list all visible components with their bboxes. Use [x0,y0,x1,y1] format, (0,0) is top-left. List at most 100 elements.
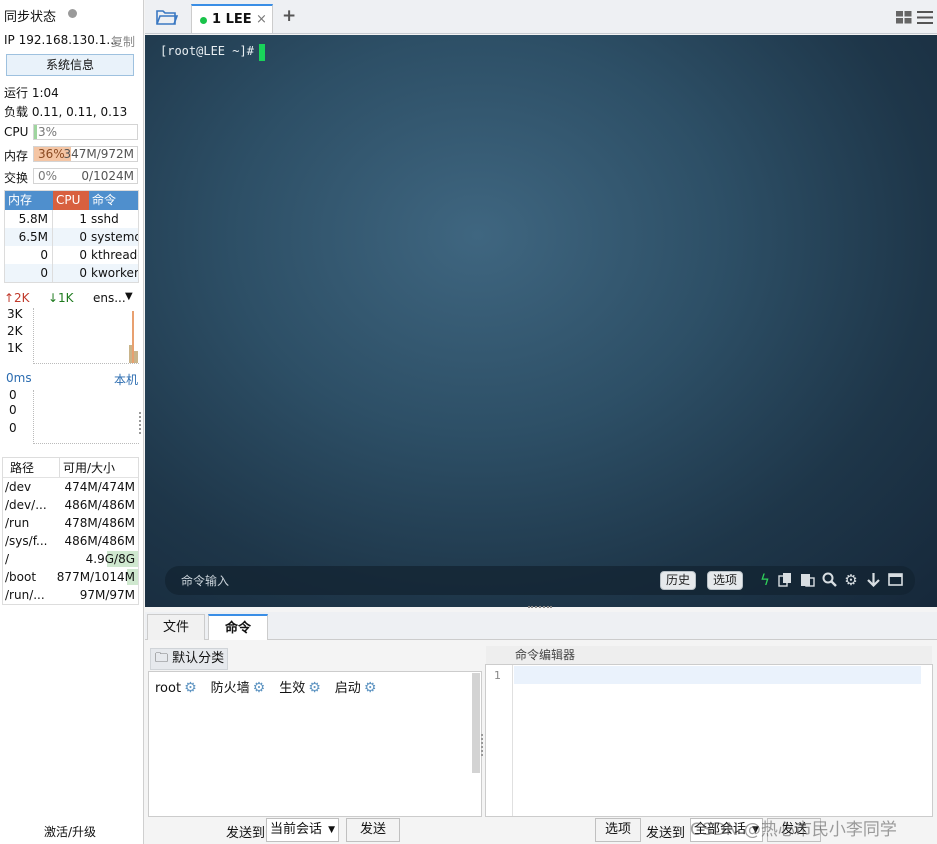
latency-ms: 0ms [6,371,32,385]
open-folder-icon[interactable] [156,8,179,29]
command-item-apply[interactable]: 生效 [279,681,305,696]
splitter-handle[interactable] [528,606,552,609]
send-to-label: 发送到 [646,826,686,841]
disk-size-cell: 4.9G/8G [59,550,138,568]
command-item-root[interactable]: root [155,681,181,696]
chevron-down-icon[interactable]: ▼ [125,291,133,302]
cpu-gauge: 3% [33,124,138,140]
latency-chart [33,390,139,444]
col-cmd-header[interactable]: 命令 [89,191,138,210]
process-row[interactable]: 0 0 kthreadd [5,246,138,264]
cpu-gauge-fill [34,125,38,139]
category-header[interactable]: 🗀 默认分类 [150,648,228,670]
mem-value: 347M/972M [63,147,134,161]
disk-size-cell: 877M/1014M [57,568,138,586]
mem-gauge: 36% 347M/972M [33,146,138,162]
gear-icon[interactable]: ⚙ [308,680,321,696]
gear-icon[interactable]: ⚙ [253,680,266,696]
latency-host-link[interactable]: 本机 [114,371,138,388]
panel-resize-handle[interactable] [139,412,143,434]
line-number: 1 [494,669,501,682]
connected-dot-icon [200,17,207,24]
process-cmd: sshd [91,212,119,226]
upload-arrow-icon: ↑ [4,291,15,305]
layout-grid-icon[interactable] [896,11,912,27]
cpu-label: CPU [4,125,29,139]
copy-ip-link[interactable]: 复制 [111,33,135,50]
process-mem: 0 [5,264,53,282]
gear-icon[interactable]: ⚙ [184,680,197,696]
activate-upgrade-link[interactable]: 激活/升级 [44,823,96,840]
lightning-icon[interactable]: ϟ [757,572,773,588]
copy-icon[interactable] [777,572,793,588]
history-button[interactable]: 历史 [660,571,697,590]
disk-size: 877M/1014M [56,570,135,584]
close-tab-icon[interactable]: × [256,6,267,33]
disk-path: /boot [5,570,37,584]
system-info-button[interactable]: 系统信息 [6,54,134,76]
disk-size: 97M/97M [79,588,135,602]
disk-size: 486M/486M [64,498,135,512]
bottom-tab-bar: 文件 命令 [145,612,937,640]
tab-files[interactable]: 文件 [147,614,205,640]
col-path-header: 路径 [10,461,35,475]
process-cmd: systemd [91,230,138,244]
process-row[interactable]: 6.5M 0 systemd [5,228,138,246]
command-item-firewall[interactable]: 防火墙 [211,681,250,696]
command-input[interactable]: 命令输入 [181,572,229,589]
process-row[interactable]: 5.8M 1 sshd [5,210,138,228]
latency-tick: 0 [9,403,17,417]
disk-path: /dev [5,480,32,494]
terminal-prompt: [root@LEE ~]# [160,44,254,58]
net-download: 1K [58,291,74,305]
options-button-bottom[interactable]: 选项 [595,818,641,842]
download-icon[interactable] [865,572,881,588]
target-session-select[interactable]: 当前会话 ▼ [266,818,339,842]
process-row[interactable]: 0 0 kworker [5,264,138,282]
process-cmd: kthreadd [91,248,138,262]
download-arrow-icon: ↓ [48,291,59,305]
disk-path: / [5,552,10,566]
process-cmd: kworker [91,266,138,280]
sync-status-dot-icon [68,9,77,18]
options-button[interactable]: 选项 [707,571,744,590]
gear-icon[interactable]: ⚙ [364,680,377,696]
disk-row: /run/... 97M/97M [3,586,138,604]
mem-pct: 36% [38,147,65,161]
scrollbar[interactable] [472,673,480,773]
session-tab[interactable]: 1 LEE × [191,4,273,33]
command-item-start[interactable]: 启动 [335,681,361,696]
command-input-bar[interactable]: 命令输入 历史 选项 ϟ ⚙ [165,566,915,595]
swap-pct: 0% [38,169,58,183]
target-session-value: 当前会话 [270,822,323,837]
command-editor[interactable]: 1 [485,664,933,817]
paste-icon[interactable] [799,572,815,588]
col-cpu-header[interactable]: CPU [53,191,89,210]
terminal-view[interactable]: [root@LEE ~]# 命令输入 历史 选项 ϟ ⚙ [145,35,937,607]
col-mem-header[interactable]: 内存 [5,191,53,210]
gear-icon[interactable]: ⚙ [843,572,859,588]
tab-commands[interactable]: 命令 [208,614,268,640]
process-cpu: 0 [79,248,87,262]
disk-path: /dev/... [5,498,47,512]
process-cpu: 0 [79,266,87,280]
send-button[interactable]: 发送 [346,818,400,842]
process-mem: 5.8M [5,210,53,228]
net-interface-select[interactable]: ens... [93,291,126,305]
disk-size: 474M/474M [64,480,135,494]
disk-row: /run 478M/486M [3,514,138,532]
folder-icon: 🗀 [155,651,169,666]
session-tab-bar: 1 LEE × + [145,0,937,34]
swap-value: 0/1024M [81,169,134,183]
latency-tick: 0 [9,421,17,435]
disk-size: 486M/486M [64,534,135,548]
search-icon[interactable] [821,572,837,588]
terminal-cursor [259,44,265,61]
disk-path: /run/... [5,588,45,602]
add-tab-icon[interactable]: + [282,6,296,26]
maximize-icon[interactable] [887,572,903,588]
line-gutter: 1 [486,665,513,816]
menu-icon[interactable] [917,11,933,27]
process-table: 内存 CPU 命令 5.8M 1 sshd 6.5M 0 systemd 0 0 kthre… [4,190,139,283]
net-bar [134,351,138,363]
